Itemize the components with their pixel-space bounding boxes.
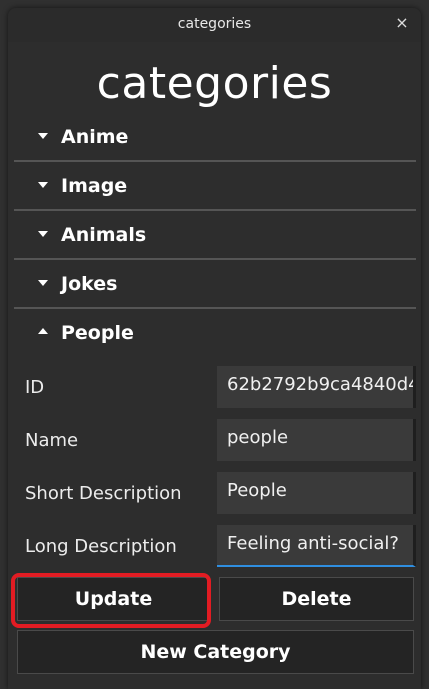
chevron-up-icon bbox=[38, 328, 48, 334]
section-label: Animals bbox=[61, 224, 147, 246]
page-title: categories bbox=[96, 58, 333, 109]
categories-window: categories × categories Anime Image Anim… bbox=[8, 8, 421, 689]
section-label: People bbox=[61, 322, 134, 344]
section-jokes[interactable]: Jokes bbox=[14, 261, 416, 309]
id-label: ID bbox=[25, 377, 45, 398]
short-description-field[interactable]: People bbox=[217, 472, 416, 514]
section-people[interactable]: People bbox=[14, 310, 416, 358]
close-icon[interactable]: × bbox=[393, 14, 411, 32]
short-description-label: Short Description bbox=[25, 483, 182, 504]
delete-button[interactable]: Delete bbox=[219, 577, 414, 621]
chevron-down-icon bbox=[38, 133, 48, 139]
long-description-label: Long Description bbox=[25, 536, 177, 557]
chevron-down-icon bbox=[38, 182, 48, 188]
title-bar[interactable]: categories × bbox=[8, 8, 421, 42]
name-field[interactable]: people bbox=[217, 419, 416, 461]
section-image[interactable]: Image bbox=[14, 163, 416, 211]
chevron-down-icon bbox=[38, 280, 48, 286]
section-anime[interactable]: Anime bbox=[14, 114, 416, 162]
name-label: Name bbox=[25, 430, 79, 451]
window-title: categories bbox=[177, 16, 252, 32]
chevron-down-icon bbox=[38, 231, 48, 237]
id-field[interactable]: 62b2792b9ca4840d4 bbox=[217, 366, 416, 408]
long-description-field[interactable]: Feeling anti-social? bbox=[217, 525, 416, 567]
section-label: Image bbox=[61, 175, 128, 197]
new-category-button[interactable]: New Category bbox=[17, 630, 414, 674]
section-label: Anime bbox=[61, 126, 129, 148]
section-animals[interactable]: Animals bbox=[14, 212, 416, 260]
update-button[interactable]: Update bbox=[17, 577, 210, 621]
section-label: Jokes bbox=[61, 273, 118, 295]
